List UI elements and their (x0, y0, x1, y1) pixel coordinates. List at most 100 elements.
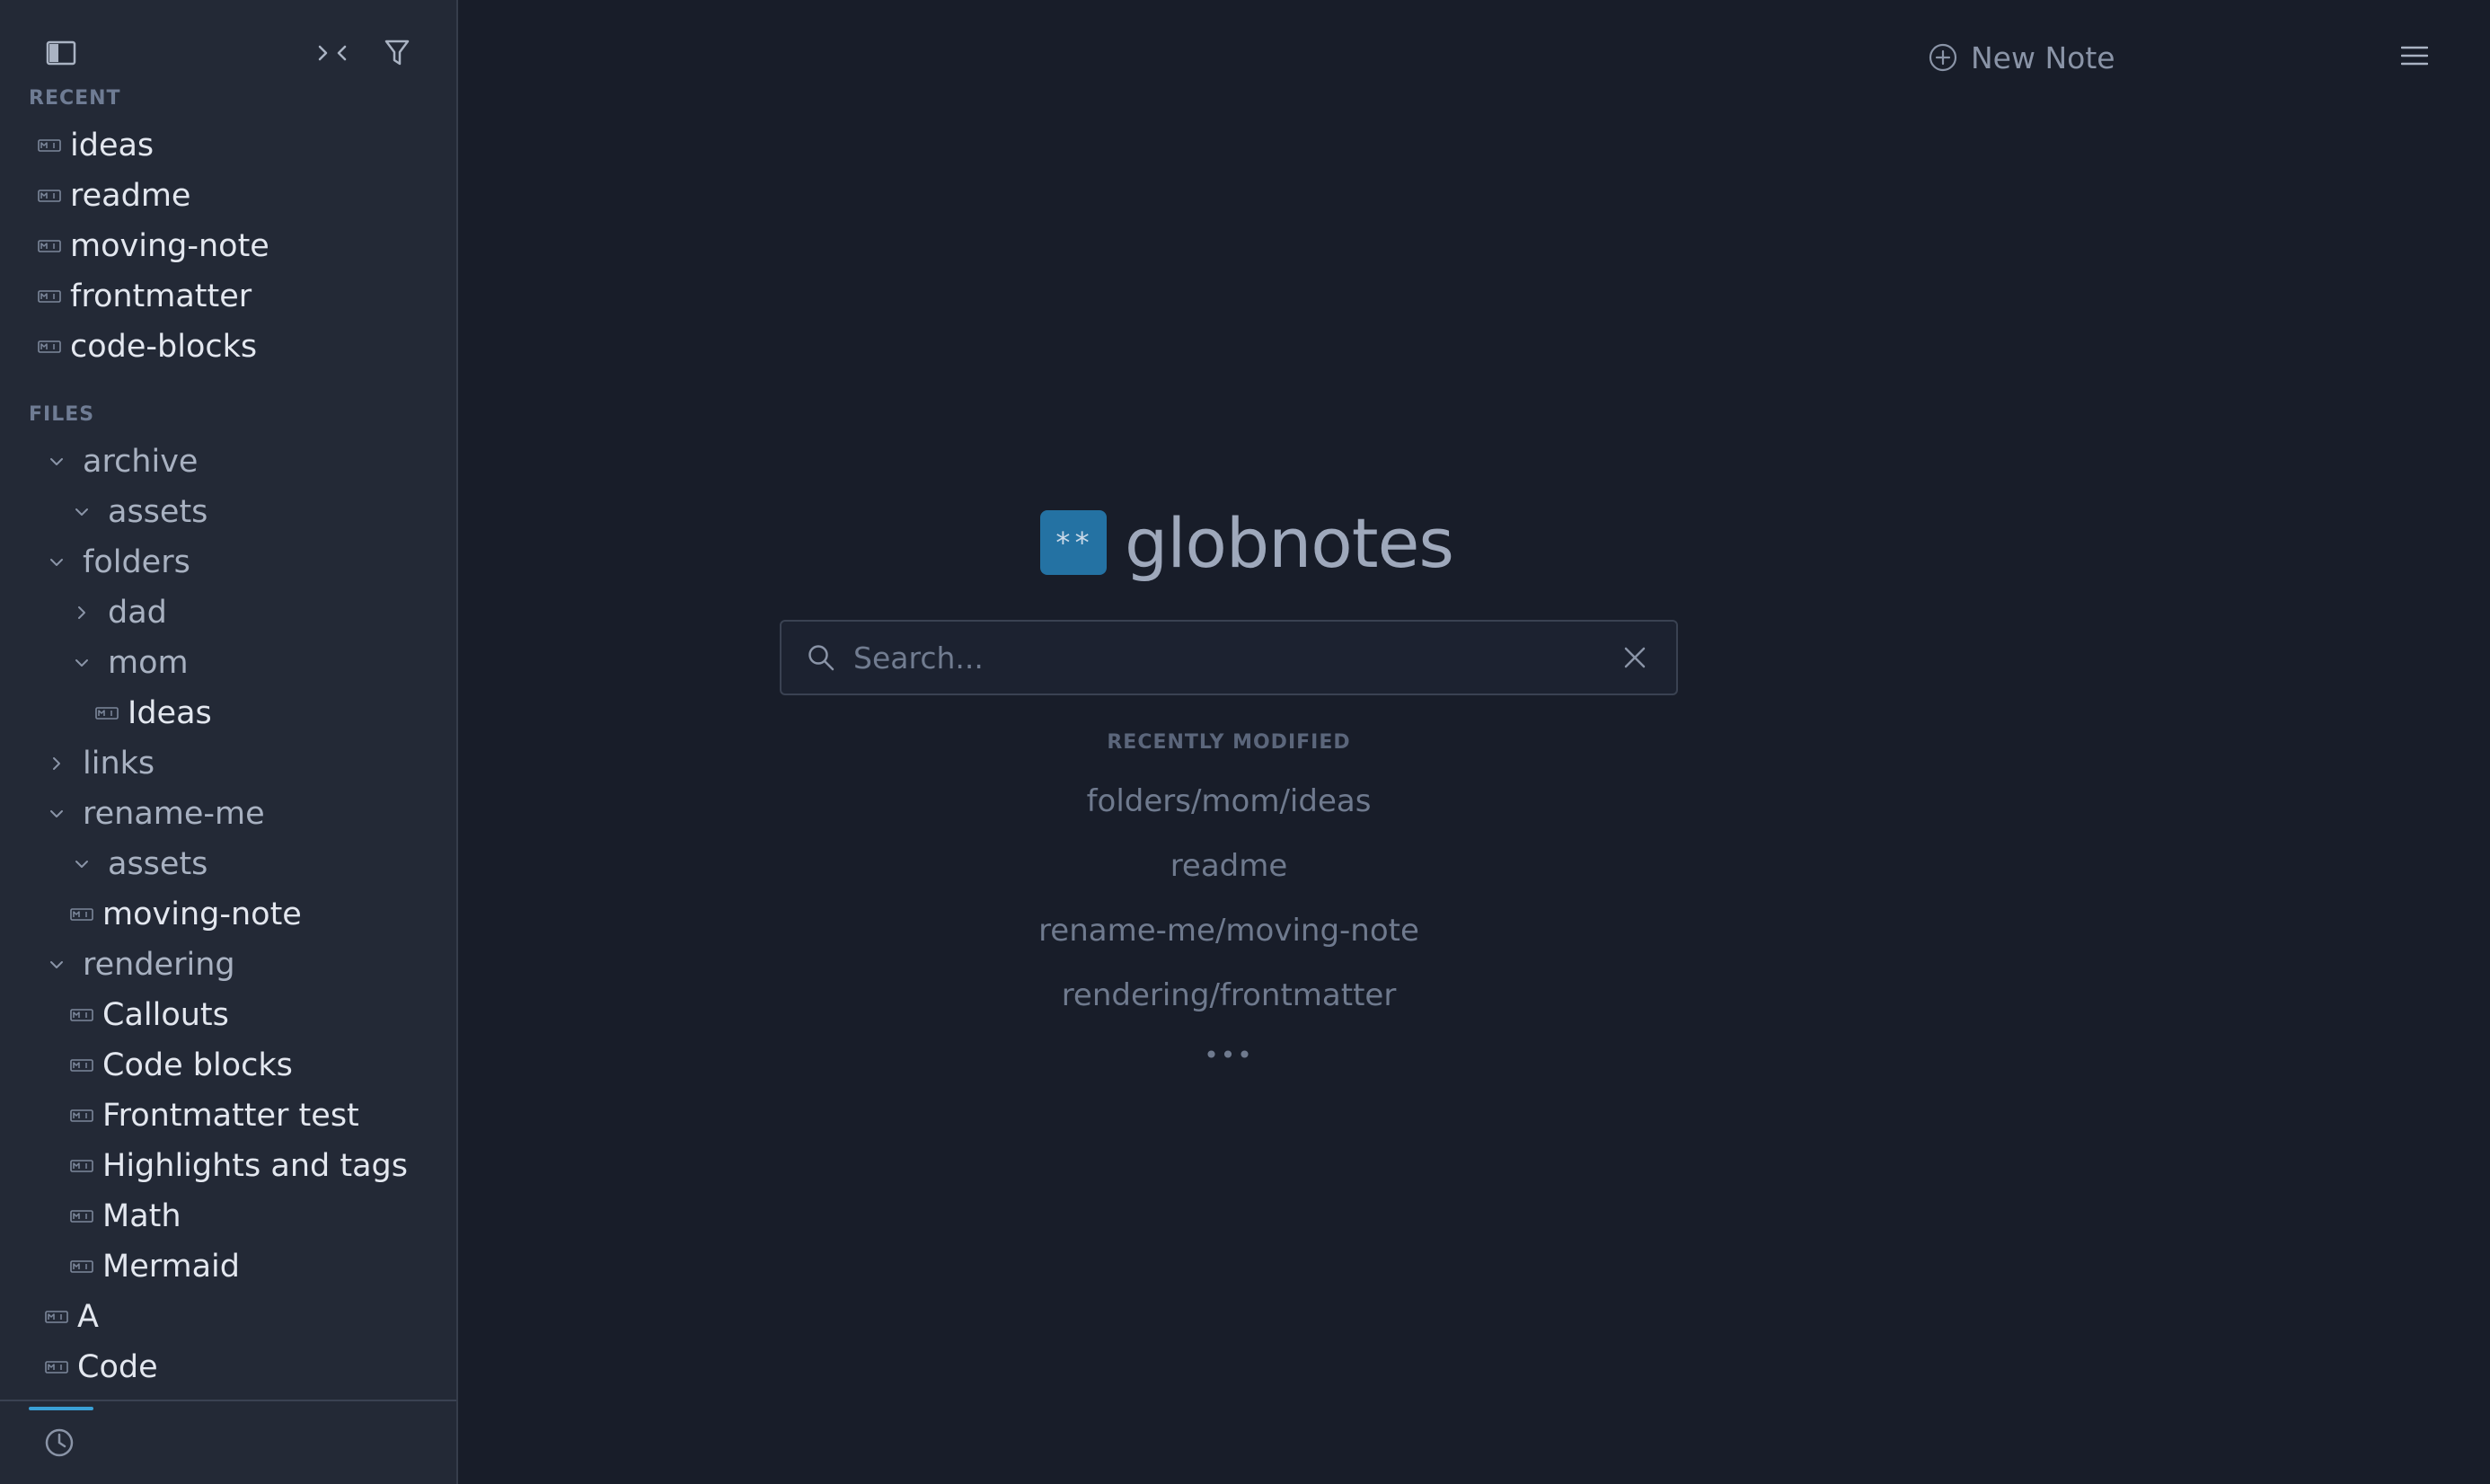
folder-item[interactable]: links (0, 738, 456, 789)
recently-modified-item[interactable]: rendering/frontmatter (780, 968, 1678, 1033)
file-tree: archive assets folders dad mom Ideas links rena… (0, 437, 456, 1392)
recent-item[interactable]: code-blocks (0, 322, 456, 372)
markdown-file-icon (70, 908, 93, 921)
recent-item-label: frontmatter (70, 278, 252, 314)
hamburger-menu-icon (2401, 46, 2428, 66)
menu-button[interactable] (2389, 31, 2440, 81)
file-item[interactable]: A (0, 1292, 456, 1342)
folder-item[interactable]: rename-me (0, 789, 456, 839)
sidebar-toggle-icon (46, 40, 76, 66)
folder-label: rendering (83, 947, 235, 983)
plus-circle-icon (1929, 43, 1957, 72)
recent-item-label: ideas (70, 128, 155, 163)
recent-list: ideas readme moving-note frontmatter code-bl… (0, 120, 456, 372)
recent-item-label: code-blocks (70, 329, 258, 365)
sidebar-toolbar (0, 0, 456, 90)
folder-item[interactable]: dad (0, 587, 456, 638)
files-section-label: FILES (29, 403, 95, 426)
app-name: globnotes (1125, 502, 1454, 583)
markdown-file-icon (70, 1109, 93, 1122)
file-item[interactable]: Code (0, 1342, 456, 1392)
markdown-file-icon (45, 1311, 68, 1323)
sidebar: RECENT ideas readme moving-note frontmatter… (0, 0, 458, 1484)
search-input[interactable] (852, 631, 1617, 685)
search-icon (805, 641, 837, 674)
chevron-down-icon (75, 659, 88, 667)
folder-label: mom (108, 645, 189, 681)
file-item[interactable]: Math (0, 1191, 456, 1241)
folder-item[interactable]: rendering (0, 940, 456, 990)
recent-item-label: moving-note (70, 228, 269, 264)
file-label: A (77, 1299, 99, 1335)
markdown-file-icon (45, 1361, 68, 1374)
file-label: Math (102, 1198, 181, 1234)
markdown-file-icon (95, 707, 119, 720)
markdown-file-icon (38, 240, 61, 252)
clear-search-button[interactable] (1617, 640, 1653, 676)
folder-label: archive (83, 444, 199, 480)
recently-modified-item[interactable]: readme (780, 839, 1678, 904)
recently-modified-heading: RECENTLY MODIFIED (1107, 731, 1351, 754)
file-item[interactable]: Callouts (0, 990, 456, 1040)
file-label: Ideas (128, 695, 212, 731)
sidebar-bottom-bar (0, 1400, 456, 1484)
chevron-down-icon (75, 508, 88, 516)
file-label: Code (77, 1349, 158, 1385)
file-item[interactable]: Mermaid (0, 1241, 456, 1292)
recent-item[interactable]: frontmatter (0, 271, 456, 322)
file-label: moving-note (102, 897, 302, 932)
close-icon (1624, 647, 1646, 668)
file-item[interactable]: Ideas (0, 688, 456, 738)
new-note-label: New Note (1971, 40, 2115, 75)
file-item[interactable]: Highlights and tags (0, 1141, 456, 1191)
markdown-file-icon (38, 290, 61, 303)
logo: ** (1040, 510, 1107, 575)
recent-item[interactable]: readme (0, 171, 456, 221)
filter-icon (384, 40, 410, 66)
recent-item-label: readme (70, 178, 191, 214)
chevron-down-icon (50, 559, 63, 566)
markdown-file-icon (70, 1210, 93, 1223)
recent-section-label: RECENT (29, 87, 121, 110)
markdown-file-icon (38, 190, 61, 202)
new-note-button[interactable]: New Note (1928, 34, 2115, 81)
history-button[interactable] (38, 1421, 81, 1464)
collapse-all-icon (318, 45, 347, 61)
recent-item[interactable]: ideas (0, 120, 456, 171)
chevron-down-icon (50, 961, 63, 968)
filter-button[interactable] (372, 28, 422, 78)
file-label: Callouts (102, 997, 229, 1033)
markdown-file-icon (70, 1260, 93, 1273)
folder-item[interactable]: assets (0, 839, 456, 889)
chevron-down-icon (75, 861, 88, 868)
folder-item[interactable]: archive (0, 437, 456, 487)
sidebar-toggle-button[interactable] (36, 28, 86, 78)
markdown-file-icon (38, 340, 61, 353)
chevron-down-icon (50, 810, 63, 817)
file-item[interactable]: Code blocks (0, 1040, 456, 1091)
clock-icon (45, 1428, 74, 1457)
file-label: Highlights and tags (102, 1148, 408, 1184)
file-item[interactable]: Frontmatter test (0, 1091, 456, 1141)
brand: ** globnotes (1040, 498, 1454, 587)
recently-modified-item[interactable]: rename-me/moving-note (780, 904, 1678, 968)
chevron-right-icon (53, 757, 60, 770)
folder-item[interactable]: mom (0, 638, 456, 688)
file-item[interactable]: moving-note (0, 889, 456, 940)
folder-item[interactable]: folders (0, 537, 456, 587)
recently-modified-item[interactable]: folders/mom/ideas (780, 774, 1678, 839)
folder-label: assets (108, 494, 208, 530)
folder-label: rename-me (83, 796, 265, 832)
file-label: Frontmatter test (102, 1098, 359, 1134)
markdown-file-icon (70, 1160, 93, 1172)
more-recent-button[interactable]: ••• (780, 1040, 1678, 1070)
markdown-file-icon (38, 139, 61, 152)
collapse-all-button[interactable] (307, 28, 358, 78)
markdown-file-icon (70, 1009, 93, 1021)
markdown-file-icon (70, 1059, 93, 1072)
chevron-right-icon (78, 606, 85, 619)
recent-item[interactable]: moving-note (0, 221, 456, 271)
folder-label: folders (83, 544, 190, 580)
folder-label: assets (108, 846, 208, 882)
folder-item[interactable]: assets (0, 487, 456, 537)
